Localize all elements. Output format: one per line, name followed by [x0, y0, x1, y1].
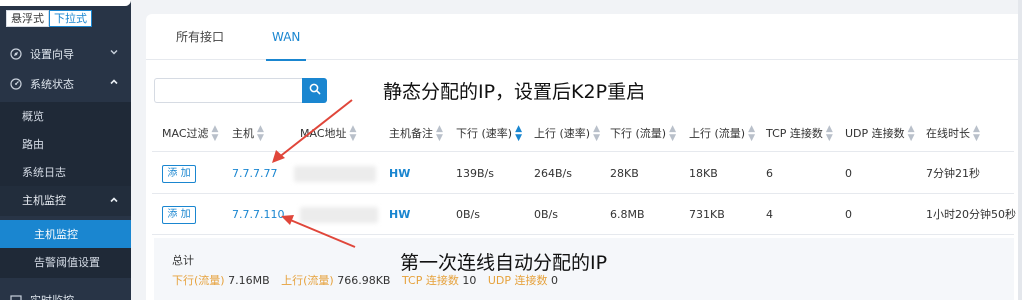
scrollbar-track[interactable] [1018, 0, 1022, 300]
chevron-up-icon [109, 186, 119, 216]
down-traffic: 28KB [610, 167, 639, 180]
sidebar-item-alert-threshold[interactable]: 告警阈值设置 [0, 248, 131, 278]
summary-value: 0 [551, 274, 559, 287]
column-mac-filter[interactable]: MAC过滤 ▲ ▼ [162, 116, 218, 152]
summary-label: 下行(流量) [172, 274, 225, 287]
udp-count: 0 [845, 208, 852, 221]
sort-icon: ▲ ▼ [825, 124, 833, 143]
down-traffic: 6.8MB [610, 208, 645, 221]
table-header: MAC过滤 ▲ ▼ 主机 ▲ ▼ MAC地址 ▲ ▼ 主机备注 ▲ ▼ 下行 (速率) ▲ ▼ 上行… [152, 116, 1014, 152]
column-host-remark[interactable]: 主机备注 ▲ ▼ [389, 116, 443, 152]
up-rate: 264B/s [534, 167, 572, 180]
sort-desc-icon: ▲ ▼ [515, 124, 523, 143]
tab-all-interfaces[interactable]: 所有接口 [176, 14, 224, 60]
host-ip[interactable]: 7.7.7.77 [232, 153, 277, 194]
up-rate: 0B/s [534, 208, 558, 221]
summary-title: 总计 [172, 254, 194, 267]
sort-icon: ▲ ▼ [257, 124, 264, 143]
sidebar-group-label: 系统状态 [30, 78, 74, 91]
sidebar-item-overview[interactable]: 概览 [0, 102, 131, 132]
sidebar-item-system-log[interactable]: 系统日志 [0, 158, 131, 188]
mac-address-redacted [300, 207, 378, 223]
table-row: 添 加 7.7.7.77 HW 139B/s 264B/s 28KB 18KB … [152, 153, 1014, 194]
column-host[interactable]: 主机 ▲ ▼ [232, 116, 264, 152]
sidebar-group-realtime-monitor[interactable]: 实时监控 [0, 285, 131, 300]
compass-icon [10, 48, 22, 60]
tab-wan[interactable]: WAN [265, 14, 307, 61]
column-down-rate[interactable]: 下行 (速率) ▲ ▼ [456, 116, 522, 152]
sidebar-group-setup-wizard[interactable]: 设置向导 [0, 39, 131, 69]
sidebar-group-label: 实时监控 [30, 292, 74, 300]
sort-icon: ▲ ▼ [349, 124, 357, 143]
sidebar-subgroup-label: 主机监控 [22, 194, 66, 207]
dashboard-icon [10, 78, 22, 90]
add-mac-filter-button[interactable]: 添 加 [162, 206, 196, 224]
online-duration: 7分钟21秒 [926, 167, 980, 180]
menu-mode-toggle: 悬浮式 下拉式 [6, 10, 92, 27]
summary-label: 上行(流量) [281, 274, 334, 287]
sort-icon: ▲ ▼ [669, 124, 677, 143]
sort-icon: ▲ ▼ [907, 124, 915, 143]
column-online-duration[interactable]: 在线时长 ▲ ▼ [926, 116, 980, 152]
chevron-down-icon [109, 47, 119, 59]
summary-label: TCP 连接数 [401, 274, 459, 287]
summary-label: UDP 连接数 [487, 274, 548, 287]
search-input[interactable] [154, 78, 303, 103]
summary-value: 7.16MB [228, 274, 270, 287]
host-remark[interactable]: HW [389, 153, 410, 194]
summary-value: 766.98KB [337, 274, 391, 287]
chevron-up-icon [109, 77, 119, 89]
sidebar-group-system-status[interactable]: 系统状态 [0, 69, 131, 99]
down-rate: 139B/s [456, 167, 494, 180]
column-down-traffic[interactable]: 下行 (流量) ▲ ▼ [610, 116, 676, 152]
annotation-static-ip: 静态分配的IP，设置后K2P重启 [383, 81, 646, 103]
sidebar: 悬浮式 下拉式 设置向导 系统状态 概览 路由 系统日志 主机监控 主机监控 告… [0, 0, 131, 300]
monitor-icon [10, 294, 22, 300]
summary-value: 10 [462, 274, 477, 287]
interface-tabs: 所有接口 WAN [146, 14, 1022, 61]
column-udp-connections[interactable]: UDP 连接数 ▲ ▼ [845, 116, 915, 152]
sidebar-item-routing[interactable]: 路由 [0, 130, 131, 160]
add-mac-filter-button[interactable]: 添 加 [162, 165, 196, 183]
sidebar-header [0, 0, 131, 6]
down-rate: 0B/s [456, 208, 480, 221]
annotation-dhcp-ip: 第一次连线自动分配的IP [400, 252, 608, 274]
udp-count: 0 [845, 167, 852, 180]
column-tcp-connections[interactable]: TCP 连接数 ▲ ▼ [766, 116, 833, 152]
host-ip[interactable]: 7.7.7.110 [232, 194, 284, 235]
sort-icon: ▲ ▼ [593, 124, 601, 143]
tcp-count: 6 [766, 167, 773, 180]
sidebar-group-label: 设置向导 [30, 48, 74, 61]
up-traffic: 18KB [689, 167, 718, 180]
sort-icon: ▲ ▼ [973, 124, 980, 143]
sort-icon: ▲ ▼ [748, 124, 756, 143]
sidebar-item-host-monitor[interactable]: 主机监控 [0, 220, 131, 250]
sort-icon: ▲ ▼ [211, 124, 219, 143]
online-duration: 1小时20分钟50秒 [926, 208, 1016, 221]
sidebar-subgroup-host-monitor[interactable]: 主机监控 [0, 186, 131, 216]
search-button[interactable] [302, 78, 327, 103]
column-mac-address[interactable]: MAC地址 ▲ ▼ [300, 116, 356, 152]
table-row: 添 加 7.7.7.110 HW 0B/s 0B/s 6.8MB 731KB 4… [152, 194, 1016, 235]
search-icon [309, 83, 321, 98]
tcp-count: 4 [766, 208, 773, 221]
mac-address-redacted [294, 166, 376, 182]
host-remark[interactable]: HW [389, 194, 410, 235]
up-traffic: 731KB [689, 208, 725, 221]
mode-dropdown-button[interactable]: 下拉式 [49, 10, 92, 27]
sort-icon: ▲ ▼ [436, 124, 443, 143]
column-up-rate[interactable]: 上行 (速率) ▲ ▼ [534, 116, 600, 152]
mode-floating-button[interactable]: 悬浮式 [6, 10, 49, 27]
column-up-traffic[interactable]: 上行 (流量) ▲ ▼ [689, 116, 755, 152]
